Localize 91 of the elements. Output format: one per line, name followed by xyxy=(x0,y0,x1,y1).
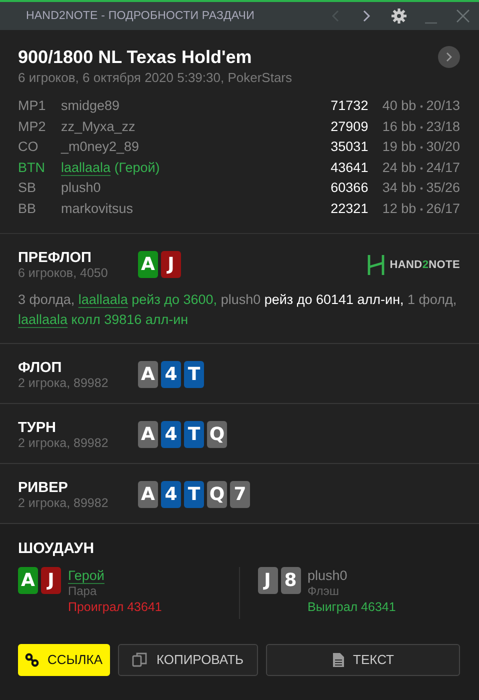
action-button[interactable]: ССЫЛКА xyxy=(18,644,110,676)
playing-card: A xyxy=(138,481,158,508)
document-icon xyxy=(332,652,346,668)
playing-card: A xyxy=(138,251,158,278)
playing-card: J xyxy=(258,566,278,594)
player-stats: 30/20 xyxy=(426,138,460,156)
stack-in-bb: 12 bb xyxy=(381,200,416,218)
player-stats: 26/17 xyxy=(426,200,460,218)
chevron-left-icon xyxy=(331,10,339,22)
stack-in-bb: 34 bb xyxy=(381,179,416,198)
street-name: ФЛОП xyxy=(18,360,63,376)
game-title: 900/1800 NL Texas Hold'em xyxy=(18,46,252,68)
street-info: 2 игрока, 89982 xyxy=(18,436,110,450)
street-name: ТУРН xyxy=(18,420,58,436)
player-position: SB xyxy=(18,179,38,198)
street-name: ПРЕФЛОП xyxy=(18,250,92,266)
stack-in-bb: 40 bb xyxy=(381,97,416,115)
separator-dot-icon xyxy=(420,187,423,190)
street-info: 6 игроков, 4050 xyxy=(18,266,109,280)
player-position: MP2 xyxy=(18,118,47,136)
playing-card: T xyxy=(184,481,204,508)
forward-button[interactable] xyxy=(438,46,460,68)
hand-strength: Флэш xyxy=(308,584,340,599)
separator-dot-icon xyxy=(420,166,423,170)
player-stats: 24/17 xyxy=(426,158,460,177)
playing-card: 4 xyxy=(161,421,181,448)
playing-card: T xyxy=(184,421,204,448)
chain-link-icon xyxy=(25,652,40,667)
playing-card: J xyxy=(41,566,61,594)
stack-in-bb: 24 bb xyxy=(381,158,416,177)
player-link[interactable]: Герой xyxy=(68,568,104,583)
playing-card: 4 xyxy=(161,481,181,508)
playing-card: T xyxy=(184,361,204,388)
action-button[interactable]: КОПИРОВАТЬ xyxy=(118,644,258,676)
player-name: smidge89 xyxy=(61,98,120,113)
separator-dot-icon xyxy=(420,208,423,211)
logo-icon xyxy=(366,254,385,276)
copy-icon xyxy=(132,652,148,668)
player-position: CO xyxy=(18,138,40,156)
chevron-right-icon xyxy=(445,52,453,62)
street-name: РИВЕР xyxy=(18,480,69,496)
player-name: zz_Myxa_zz xyxy=(61,118,136,134)
hero-label: (Герой) xyxy=(114,160,160,175)
player-stack: 35031 xyxy=(330,138,370,156)
street-info: 2 игрока, 89982 xyxy=(18,376,110,390)
playing-card: 4 xyxy=(161,361,181,388)
playing-card: 7 xyxy=(230,481,250,508)
chevron-right-icon xyxy=(363,10,371,22)
player-name: markovitsus xyxy=(61,200,134,216)
player-stack: 27909 xyxy=(330,118,370,136)
player-position: BB xyxy=(18,200,38,218)
hand-subtitle: 6 игроков, 6 октября 2020 5:39:30, PokerStars xyxy=(18,70,294,85)
playing-card: J xyxy=(161,251,181,278)
action-summary: 3 фолда, laallaala рейз до 3600, plush0 рейз до 60141 алл-ин, 1 фолд, laallaala колл 39816 алл-ин xyxy=(18,290,458,329)
window-title: HAND2NOTE - ПОДРОБНОСТИ РАЗДАЧИ xyxy=(26,10,256,22)
player-stats: 35/26 xyxy=(426,179,460,198)
street-info: 2 игрока, 89982 xyxy=(18,496,110,510)
player-name: plush0 xyxy=(61,180,101,196)
player-link[interactable]: laallaala xyxy=(18,312,68,327)
playing-card: Q xyxy=(207,481,227,508)
separator-dot-icon xyxy=(420,104,423,108)
playing-card: Q xyxy=(207,421,227,448)
separator-dot-icon xyxy=(420,126,423,129)
player-stats: 23/18 xyxy=(426,118,460,136)
hand-result: Выиграл 46341 xyxy=(308,598,396,616)
close-icon xyxy=(456,9,470,23)
player-name: plush0 xyxy=(308,568,348,583)
hand-strength: Пара xyxy=(68,584,98,599)
player-position: BTN xyxy=(18,158,46,177)
player-link[interactable]: laallaala xyxy=(78,292,128,307)
separator-dot-icon xyxy=(420,146,423,150)
playing-card: 8 xyxy=(280,566,300,594)
player-link[interactable]: laallaala xyxy=(61,160,111,175)
playing-card: A xyxy=(138,361,158,388)
minimize-icon xyxy=(425,22,437,24)
hand-result: Проиграл 43641 xyxy=(68,598,162,616)
player-name: _m0ney2_89 xyxy=(61,139,140,154)
player-stack: 60366 xyxy=(330,179,370,198)
player-stats: 20/13 xyxy=(426,97,460,115)
settings-icon xyxy=(391,8,407,24)
showdown-title: ШОУДАУН xyxy=(18,540,96,557)
player-stack: 43641 xyxy=(330,158,370,177)
player-stack: 22321 xyxy=(330,200,370,218)
playing-card: A xyxy=(18,566,38,594)
player-stack: 71732 xyxy=(330,97,370,115)
action-button[interactable]: ТЕКСТ xyxy=(266,644,460,676)
playing-card: A xyxy=(138,421,158,448)
player-position: MP1 xyxy=(18,97,47,115)
logo-text: HAND2NOTE xyxy=(390,258,460,271)
stack-in-bb: 19 bb xyxy=(381,138,416,156)
stack-in-bb: 16 bb xyxy=(381,118,416,136)
